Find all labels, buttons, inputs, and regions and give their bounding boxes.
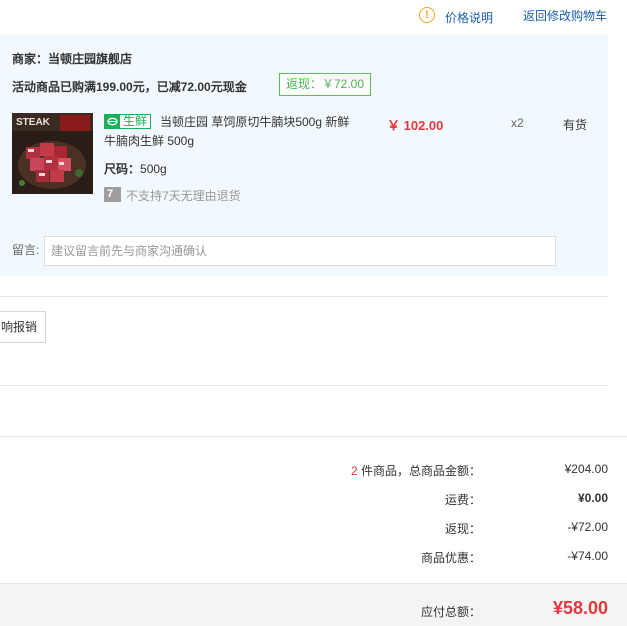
total-value: ¥58.00: [552, 598, 608, 618]
divider: [0, 385, 608, 386]
total-bar: [0, 583, 627, 626]
cashback-value: -¥72.00: [567, 520, 608, 534]
invoice-button[interactable]: 响报销: [0, 311, 46, 343]
items-total-label: 2 件商品，总商品金额：: [351, 462, 481, 479]
product-price: ￥ 102.00: [387, 118, 444, 133]
product-quantity: x2: [511, 116, 524, 130]
divider: [0, 296, 608, 297]
discount-value: -¥74.00: [567, 549, 608, 563]
leaf-icon: [105, 115, 120, 128]
size-label: 尺码：: [104, 162, 141, 176]
items-label-text: 件商品，总商品金额：: [357, 464, 481, 478]
shipping-value: ¥0.00: [577, 491, 608, 505]
stock-status: 有货: [563, 118, 588, 132]
price-info-link[interactable]: 价格说明: [445, 9, 493, 26]
info-icon: !: [419, 7, 435, 23]
product-size: 尺码：500g: [104, 160, 167, 177]
no-return-policy: 不支持7天无理由退货: [126, 189, 241, 203]
cashback-badge: 返现：￥72.00: [279, 73, 371, 96]
fresh-tag-label: 生鲜: [122, 114, 147, 128]
product-image[interactable]: STEAK: [12, 113, 93, 194]
note-label: 留言:: [12, 243, 40, 257]
shop-name: 商家：当顿庄园旗舰店: [12, 52, 133, 66]
shipping-label: 运费：: [444, 493, 481, 507]
seven-day-return-icon: 7: [104, 187, 121, 202]
item-count: 2: [350, 464, 358, 478]
fresh-tag: 生鲜: [104, 114, 151, 129]
size-value: 500g: [140, 162, 167, 176]
note-input[interactable]: [44, 236, 556, 266]
total-label: 应付总额：: [420, 605, 481, 619]
product-image-label: STEAK: [16, 117, 51, 128]
discount-label: 商品优惠：: [420, 551, 481, 565]
promotion-text: 活动商品已购满199.00元，已减72.00元现金: [12, 80, 247, 94]
back-to-cart-link[interactable]: 返回修改购物车: [523, 7, 607, 24]
items-total-value: ¥204.00: [564, 462, 608, 476]
divider: [0, 436, 627, 437]
cashback-label: 返现：: [444, 522, 481, 536]
